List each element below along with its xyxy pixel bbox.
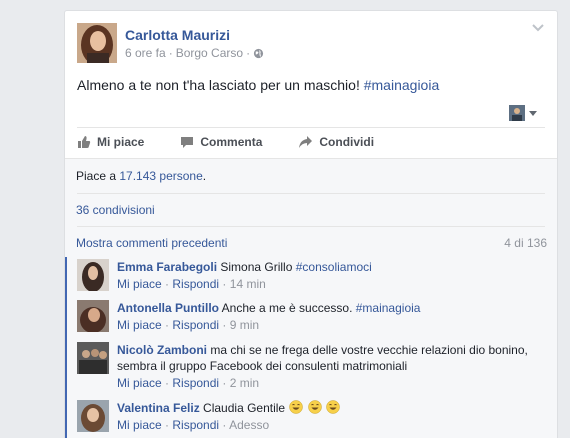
- comment-time[interactable]: 2 min: [230, 376, 259, 390]
- author-name[interactable]: Carlotta Maurizi: [125, 27, 230, 43]
- post-location[interactable]: Borgo Carso: [176, 46, 243, 60]
- comment-text: Simona Grillo: [220, 260, 293, 274]
- divider: [77, 127, 545, 128]
- likes-suffix: .: [202, 169, 207, 183]
- meta-dot: ·: [165, 277, 170, 291]
- comment-like-link[interactable]: Mi piace: [117, 318, 162, 332]
- comment-time[interactable]: 14 min: [230, 277, 266, 291]
- comment-reply-link[interactable]: Rispondi: [172, 376, 219, 390]
- laughing-emoji-icon: [289, 400, 304, 414]
- post-actions: Mi piace Commenta Condividi: [77, 135, 374, 149]
- comment-reply-link[interactable]: Rispondi: [172, 277, 219, 291]
- comment-text: Anche a me è successo.: [221, 301, 353, 315]
- likes-prefix: Piace a: [76, 169, 117, 183]
- commenter-avatar[interactable]: [77, 400, 109, 432]
- divider: [77, 193, 545, 194]
- comment-meta: Mi piace · Rispondi · 14 min: [117, 276, 547, 292]
- comment-button[interactable]: Commenta: [180, 135, 262, 149]
- comment-text: Claudia Gentile: [203, 401, 286, 415]
- comment-meta: Mi piace · Rispondi · 9 min: [117, 317, 547, 333]
- comments-pager: 4 di 136: [504, 236, 547, 250]
- meta-dot: ·: [165, 318, 170, 332]
- comment-meta: Mi piace · Rispondi · Adesso: [117, 417, 547, 433]
- divider: [77, 226, 545, 227]
- comment-like-link[interactable]: Mi piace: [117, 376, 162, 390]
- caret-down-icon: [529, 110, 537, 116]
- comment-label: Commenta: [200, 135, 263, 149]
- comment-body: Nicolò Zamboni ma chi se ne frega delle …: [117, 342, 547, 391]
- likes-summary: Piace a 17.143 persone.: [76, 169, 206, 183]
- meta-separator-2: ·: [246, 46, 251, 60]
- post-time[interactable]: 6 ore fa: [125, 46, 166, 60]
- share-button[interactable]: Condividi: [298, 135, 374, 149]
- comment-reply-link[interactable]: Rispondi: [172, 318, 219, 332]
- shares-count[interactable]: 36 condivisioni: [76, 203, 155, 217]
- profile-thumbnail-icon: [509, 105, 525, 121]
- comment-meta: Mi piace · Rispondi · 2 min: [117, 375, 547, 391]
- likes-count[interactable]: 17.143 persone: [119, 169, 202, 183]
- share-arrow-icon: [299, 136, 313, 148]
- post-hashtag[interactable]: #mainagioia: [364, 77, 440, 93]
- commenter-name[interactable]: Antonella Puntillo: [117, 301, 219, 315]
- meta-dot: ·: [222, 318, 227, 332]
- comment-icon: [181, 137, 194, 148]
- thumbs-up-icon: [78, 136, 91, 148]
- meta-dot: ·: [222, 376, 227, 390]
- comments-accent-bar: [65, 257, 67, 438]
- commenter-avatar[interactable]: [77, 342, 109, 374]
- post-text: Almeno a te non t'ha lasciato per un mas…: [77, 77, 439, 93]
- meta-dot: ·: [165, 418, 170, 432]
- post-card: Carlotta Maurizi 6 ore fa · Borgo Carso …: [64, 10, 558, 438]
- comment-body: Valentina Feliz Claudia Gentile Mi piace…: [117, 400, 547, 433]
- commenter-avatar[interactable]: [77, 300, 109, 332]
- globe-icon[interactable]: [253, 48, 264, 59]
- reaction-selector[interactable]: [509, 105, 537, 121]
- meta-dot: ·: [222, 418, 227, 432]
- comment-time[interactable]: 9 min: [230, 318, 259, 332]
- comment-hashtag[interactable]: #consoliamoci: [296, 260, 372, 274]
- commenter-avatar[interactable]: [77, 259, 109, 291]
- comment-body: Emma Farabegoli Simona Grillo #consoliam…: [117, 259, 547, 292]
- comment-time[interactable]: Adesso: [229, 418, 269, 432]
- author-avatar[interactable]: [77, 23, 117, 63]
- share-label: Condividi: [319, 135, 375, 149]
- meta-dot: ·: [222, 277, 227, 291]
- laughing-emoji-icon: [308, 400, 322, 414]
- comment-body: Antonella Puntillo Anche a me è successo…: [117, 300, 547, 333]
- comment-like-link[interactable]: Mi piace: [117, 277, 162, 291]
- laughing-emoji-icon: [326, 400, 340, 414]
- comment-like-link[interactable]: Mi piace: [117, 418, 162, 432]
- meta-dot: ·: [165, 376, 170, 390]
- commenter-name[interactable]: Emma Farabegoli: [117, 260, 217, 274]
- commenter-name[interactable]: Nicolò Zamboni: [117, 343, 207, 357]
- comment-hashtag[interactable]: #mainagioia: [356, 301, 421, 315]
- post-body: Almeno a te non t'ha lasciato per un mas…: [77, 77, 360, 93]
- commenter-name[interactable]: Valentina Feliz: [117, 401, 200, 415]
- comment-reply-link[interactable]: Rispondi: [172, 418, 219, 432]
- show-previous-comments[interactable]: Mostra commenti precedenti: [76, 236, 227, 250]
- feedback-area: [65, 158, 557, 438]
- meta-separator: ·: [168, 46, 173, 60]
- like-label: Mi piace: [97, 135, 145, 149]
- chevron-down-icon[interactable]: [531, 23, 545, 33]
- post-meta: 6 ore fa · Borgo Carso ·: [125, 46, 264, 60]
- like-button[interactable]: Mi piace: [77, 135, 144, 149]
